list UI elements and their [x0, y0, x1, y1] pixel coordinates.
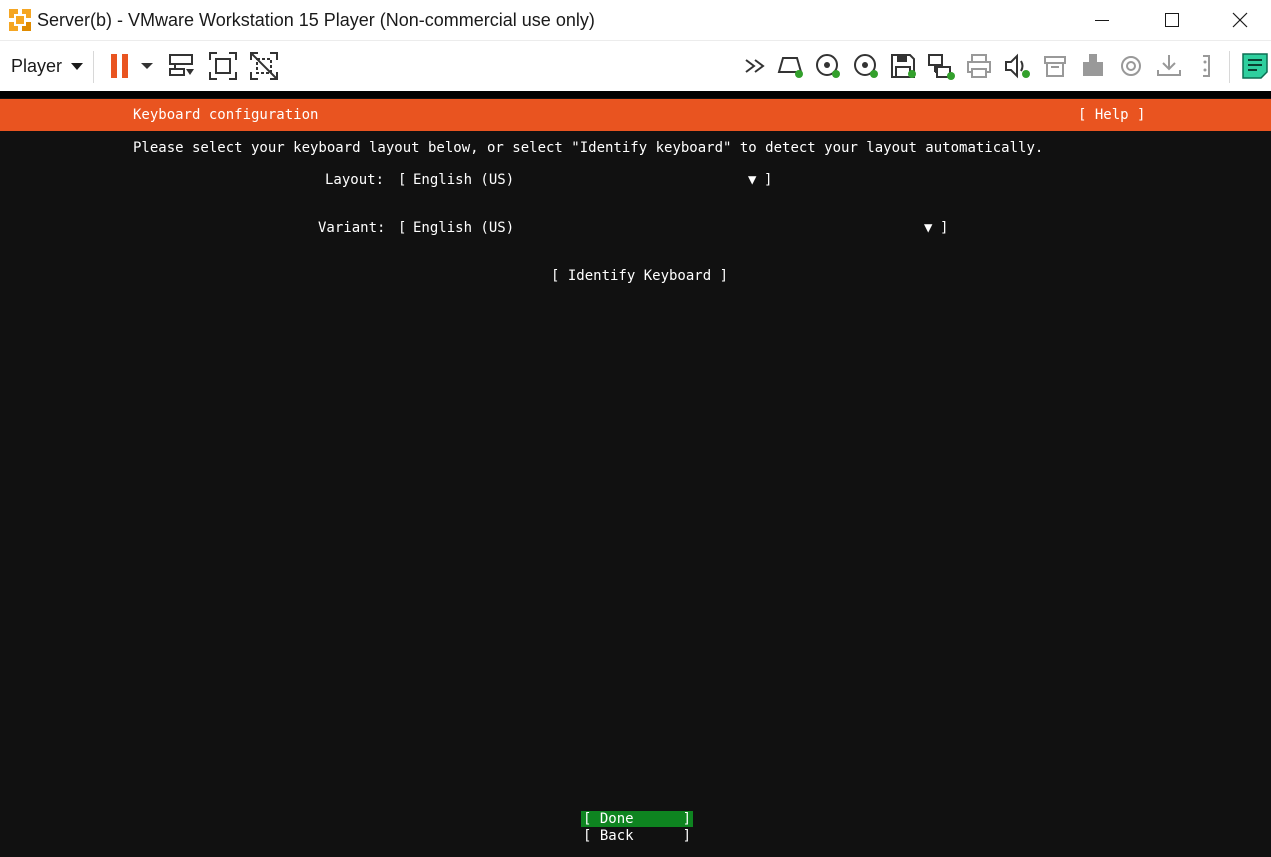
cd-drive-icon: [1121, 56, 1141, 76]
floppy-button[interactable]: [887, 50, 919, 82]
more-button[interactable]: [740, 50, 772, 82]
usb-device-1-button[interactable]: [1039, 50, 1071, 82]
identify-keyboard-button[interactable]: [ Identify Keyboard ]: [551, 268, 728, 284]
unity-button[interactable]: [248, 50, 280, 82]
layout-dropdown-value: English (US): [413, 172, 515, 188]
minimize-icon: [1094, 20, 1109, 21]
hard-disk-button[interactable]: [774, 50, 806, 82]
player-menu-caret-icon: [71, 62, 84, 70]
installer-header-title: Keyboard configuration: [133, 107, 319, 123]
vm-display-top-border: [0, 91, 1271, 98]
variant-dropdown-close-bracket: ]: [940, 220, 949, 236]
back-button-close-bracket: ]: [682, 828, 691, 844]
printer-icon: [967, 54, 991, 78]
serial-port-button[interactable]: [1191, 50, 1223, 82]
toolbar-separator: [93, 51, 94, 83]
message-log-button[interactable]: [1239, 50, 1271, 82]
cd-dvd-2-icon: [854, 54, 878, 78]
sound-card-icon: [1005, 53, 1030, 79]
cd-drive-button[interactable]: [1115, 50, 1147, 82]
cd-dvd-1-icon: [816, 54, 840, 78]
serial-port-icon: [1203, 55, 1210, 77]
cd-dvd-2-button[interactable]: [850, 50, 882, 82]
variant-dropdown-value: English (US): [413, 220, 515, 236]
download-icon: [1157, 55, 1181, 76]
window-title: Server(b) - VMware Workstation 15 Player…: [37, 10, 595, 30]
done-button[interactable]: [ Done ]: [581, 811, 693, 827]
layout-label: Layout:: [325, 172, 385, 188]
hard-disk-icon: [777, 57, 803, 78]
minimize-button[interactable]: [1067, 0, 1136, 40]
chevron-down-icon: [141, 63, 153, 69]
variant-dropdown[interactable]: [ English (US) ▼ ]: [398, 220, 950, 236]
pause-dropdown-button[interactable]: [134, 50, 160, 82]
network-adapter-icon: [928, 54, 955, 80]
installer-header: Keyboard configuration [ Help ]: [0, 99, 1271, 131]
pause-icon: [111, 54, 128, 78]
help-button[interactable]: [ Help ]: [1078, 107, 1145, 123]
player-menu-label: Player: [11, 55, 63, 76]
chevron-down-icon: ▼: [748, 172, 757, 188]
network-adapter-button[interactable]: [925, 50, 957, 82]
download-button[interactable]: [1153, 50, 1185, 82]
done-button-label: [ Done: [583, 811, 634, 827]
layout-dropdown-close-bracket: ]: [764, 172, 773, 188]
back-button[interactable]: [ Back ]: [581, 828, 693, 844]
instruction-text: Please select your keyboard layout below…: [133, 140, 1044, 156]
usb-device-2-icon: [1083, 54, 1103, 76]
printer-button[interactable]: [963, 50, 995, 82]
send-ctrl-alt-del-icon: [169, 54, 194, 76]
cd-dvd-1-button[interactable]: [812, 50, 844, 82]
variant-dropdown-open-bracket: [: [398, 220, 407, 236]
maximize-icon: [1164, 13, 1179, 27]
pause-button[interactable]: [104, 50, 136, 82]
back-button-label: [ Back: [583, 828, 634, 844]
floppy-icon: [891, 54, 916, 78]
unity-icon: [250, 52, 278, 80]
close-icon: [1232, 12, 1247, 28]
send-ctrl-alt-del-button[interactable]: [166, 50, 198, 82]
layout-dropdown[interactable]: [ English (US) ▼ ]: [398, 172, 773, 188]
vmware-logo-icon: [8, 8, 32, 32]
player-toolbar: Player: [0, 40, 1271, 91]
close-button[interactable]: [1205, 0, 1271, 40]
usb-device-1-icon: [1044, 56, 1066, 77]
sound-card-button[interactable]: [1001, 50, 1033, 82]
chevron-down-icon: ▼: [924, 220, 933, 236]
variant-label: Variant:: [318, 220, 386, 236]
usb-device-2-button[interactable]: [1077, 50, 1109, 82]
message-log-icon: [1242, 53, 1268, 79]
layout-dropdown-open-bracket: [: [398, 172, 407, 188]
title-bar: Server(b) - VMware Workstation 15 Player…: [0, 0, 1271, 40]
player-menu-button[interactable]: Player: [0, 41, 90, 91]
vm-display[interactable]: Keyboard configuration [ Help ] Please s…: [0, 91, 1271, 857]
more-icon: [745, 59, 765, 73]
full-screen-button[interactable]: [207, 50, 239, 82]
done-button-close-bracket: ]: [682, 811, 691, 827]
maximize-button[interactable]: [1137, 0, 1206, 40]
full-screen-icon: [209, 52, 237, 80]
toolbar-separator: [1229, 51, 1230, 83]
